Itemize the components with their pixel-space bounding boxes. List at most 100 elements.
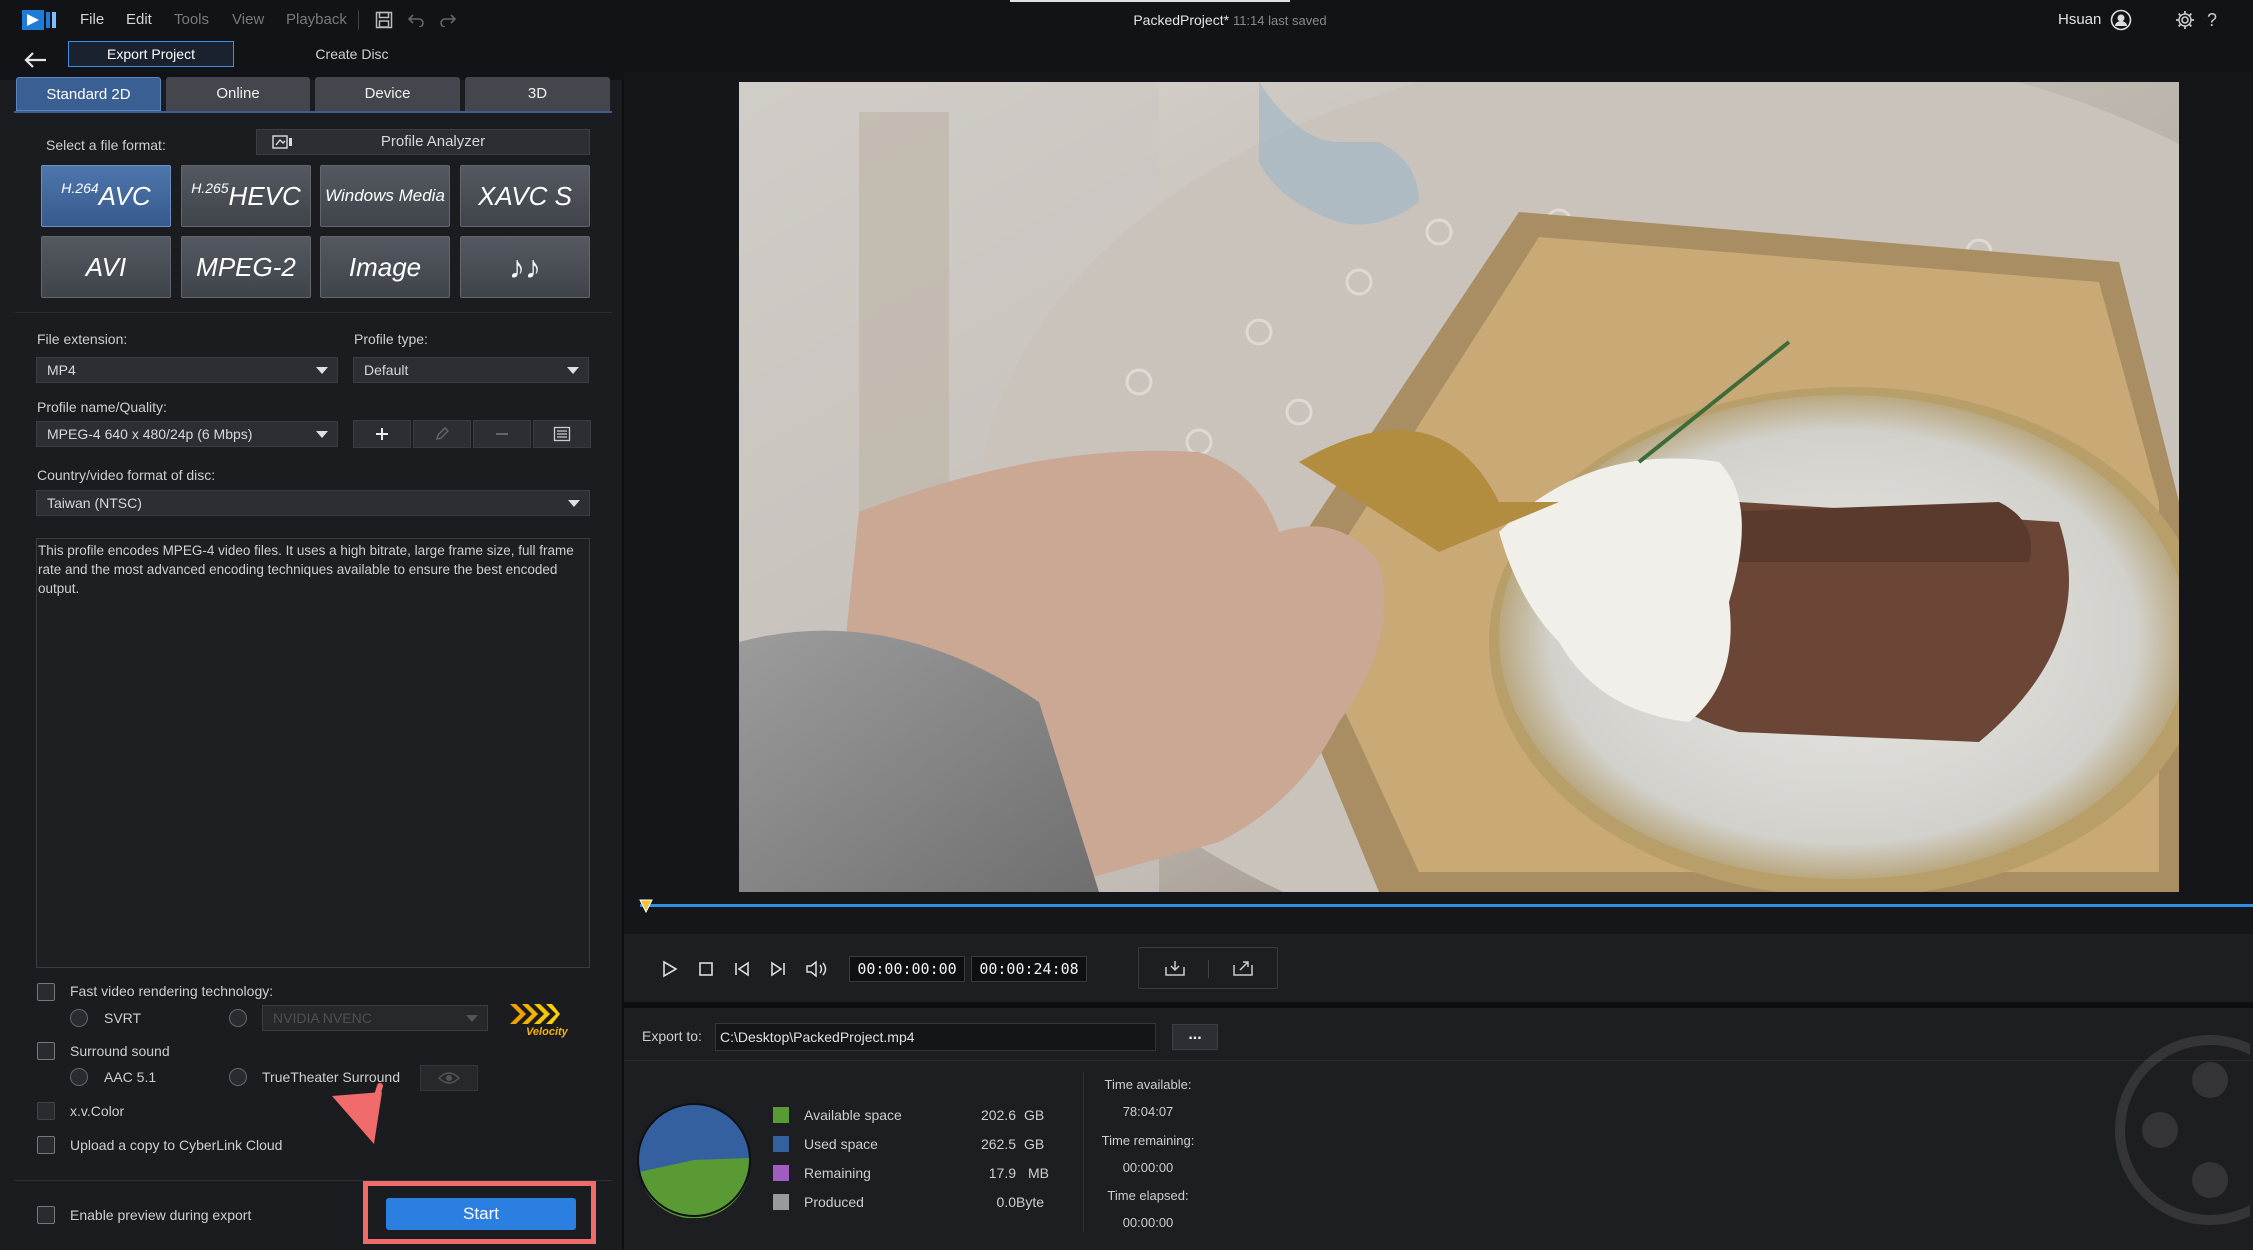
tab-underline xyxy=(14,111,612,113)
file-extension-label: File extension: xyxy=(37,331,128,347)
available-space-unit: GB xyxy=(1024,1107,1045,1123)
profile-description-box: This profile encodes MPEG-4 video files.… xyxy=(36,538,590,968)
remaining-value: 17.9 xyxy=(988,1165,1016,1181)
format-audio-button[interactable]: ♪♪ xyxy=(460,236,590,298)
tab-create-disc[interactable]: Create Disc xyxy=(272,41,432,67)
duration-timecode: 00:00:24:08 xyxy=(971,956,1087,982)
snapshot-icon[interactable] xyxy=(1160,956,1190,980)
produced-unit: Byte xyxy=(1016,1194,1045,1210)
svrt-radio[interactable] xyxy=(70,1009,88,1027)
save-icon[interactable] xyxy=(372,8,396,32)
menu-divider xyxy=(358,10,359,30)
play-icon[interactable] xyxy=(656,956,682,982)
time-remaining-value: 00:00:00 xyxy=(1122,1160,1174,1175)
xvcolor-label: x.v.Color xyxy=(70,1103,125,1119)
format-windows-media-button[interactable]: Windows Media xyxy=(320,165,450,227)
edit-profile-button[interactable] xyxy=(413,420,471,448)
surround-label: Surround sound xyxy=(70,1043,170,1059)
menu-file[interactable]: File xyxy=(80,0,104,40)
timeline-playhead-icon[interactable] xyxy=(638,898,654,914)
format-avi-button[interactable]: AVI xyxy=(41,236,171,298)
velocity-chevrons-icon xyxy=(510,1004,560,1024)
saved-status: 11:14 last saved xyxy=(1232,13,1327,28)
time-remaining-label: Time remaining: xyxy=(1101,1133,1195,1148)
nvenc-radio[interactable] xyxy=(229,1009,247,1027)
select-format-label: Select a file format: xyxy=(46,137,166,153)
redo-icon[interactable] xyxy=(436,8,460,32)
menu-view[interactable]: View xyxy=(232,0,264,40)
stop-icon[interactable] xyxy=(693,956,719,982)
external-display-icon[interactable] xyxy=(1228,956,1258,980)
export-path-input[interactable]: C:\Desktop\PackedProject.mp4 xyxy=(715,1023,1156,1051)
browse-button[interactable]: ... xyxy=(1172,1024,1218,1050)
tab-standard-2d[interactable]: Standard 2D xyxy=(16,77,161,111)
country-select[interactable]: Taiwan (NTSC) xyxy=(36,490,590,516)
minus-icon xyxy=(496,433,508,435)
fast-render-checkbox[interactable] xyxy=(37,983,55,1001)
produced-swatch xyxy=(773,1194,789,1210)
timeline-track[interactable] xyxy=(640,904,2253,907)
menu-playback[interactable]: Playback xyxy=(286,0,347,40)
profile-type-select[interactable]: Default xyxy=(353,357,589,383)
tab-export-project[interactable]: Export Project xyxy=(68,41,234,67)
settings-gear-icon[interactable] xyxy=(2172,7,2198,33)
menu-edit[interactable]: Edit xyxy=(126,0,152,40)
panel-divider xyxy=(1083,1072,1084,1232)
user-avatar-icon[interactable] xyxy=(2108,7,2134,33)
remove-profile-button[interactable] xyxy=(473,420,531,448)
time-available-value: 78:04:07 xyxy=(1122,1104,1174,1119)
back-arrow-icon[interactable] xyxy=(22,48,50,72)
profile-name-select[interactable]: MPEG-4 640 x 480/24p (6 Mbps) xyxy=(36,421,338,447)
app-logo-icon[interactable] xyxy=(20,6,60,34)
format-image-button[interactable]: Image xyxy=(320,236,450,298)
profile-type-label: Profile type: xyxy=(354,331,428,347)
plus-icon xyxy=(376,428,388,440)
profile-type-value: Default xyxy=(364,362,409,378)
eye-icon xyxy=(438,1072,460,1084)
volume-icon[interactable] xyxy=(803,956,831,982)
next-frame-icon[interactable] xyxy=(765,956,791,982)
format-avc-button[interactable]: H.264 AVC xyxy=(41,165,171,227)
aac-radio[interactable] xyxy=(70,1068,88,1086)
format-xavc-s-button[interactable]: XAVC S xyxy=(460,165,590,227)
aac-label: AAC 5.1 xyxy=(104,1069,157,1085)
time-available-label: Time available: xyxy=(1104,1077,1192,1092)
available-space-swatch xyxy=(773,1107,789,1123)
enable-preview-checkbox[interactable] xyxy=(37,1206,55,1224)
avc-superscript: H.264 xyxy=(61,180,99,196)
tab-3d[interactable]: 3D xyxy=(465,77,610,111)
tab-online[interactable]: Online xyxy=(166,77,310,111)
xvcolor-checkbox[interactable] xyxy=(37,1102,55,1120)
annotation-arrow-icon xyxy=(318,1082,388,1148)
upload-checkbox[interactable] xyxy=(37,1136,55,1154)
profile-analyzer-button[interactable]: Profile Analyzer xyxy=(256,129,590,155)
remaining-label: Remaining xyxy=(804,1165,871,1181)
nvenc-select[interactable]: NVIDIA NVENC xyxy=(262,1005,488,1031)
disk-space-pie-chart xyxy=(636,1102,752,1218)
surround-checkbox[interactable] xyxy=(37,1042,55,1060)
undo-icon[interactable] xyxy=(404,8,428,32)
window-title: PackedProject* 11:14 last saved xyxy=(1000,0,1460,40)
format-hevc-button[interactable]: H.265 HEVC xyxy=(181,165,311,227)
user-name[interactable]: Hsuan xyxy=(2058,0,2101,40)
truetheater-settings-button[interactable] xyxy=(420,1065,478,1091)
start-button[interactable]: Start xyxy=(386,1198,576,1230)
profile-list-button[interactable] xyxy=(533,420,591,448)
panel-divider xyxy=(624,1060,2253,1061)
panel-divider xyxy=(14,312,612,313)
truetheater-radio[interactable] xyxy=(229,1068,247,1086)
chevron-down-icon xyxy=(567,367,579,374)
format-mpeg2-button[interactable]: MPEG-2 xyxy=(181,236,311,298)
profile-description: This profile encodes MPEG-4 video files.… xyxy=(38,543,574,596)
menu-tools[interactable]: Tools xyxy=(174,0,209,40)
previous-frame-icon[interactable] xyxy=(729,956,755,982)
help-button[interactable]: ? xyxy=(2207,0,2217,40)
country-value: Taiwan (NTSC) xyxy=(47,495,142,511)
add-profile-button[interactable] xyxy=(353,420,411,448)
svrt-label: SVRT xyxy=(104,1010,142,1026)
tab-device[interactable]: Device xyxy=(315,77,460,111)
hevc-superscript: H.265 xyxy=(191,180,229,196)
chevron-down-icon xyxy=(316,431,328,438)
file-extension-select[interactable]: MP4 xyxy=(36,357,338,383)
file-extension-value: MP4 xyxy=(47,362,76,378)
